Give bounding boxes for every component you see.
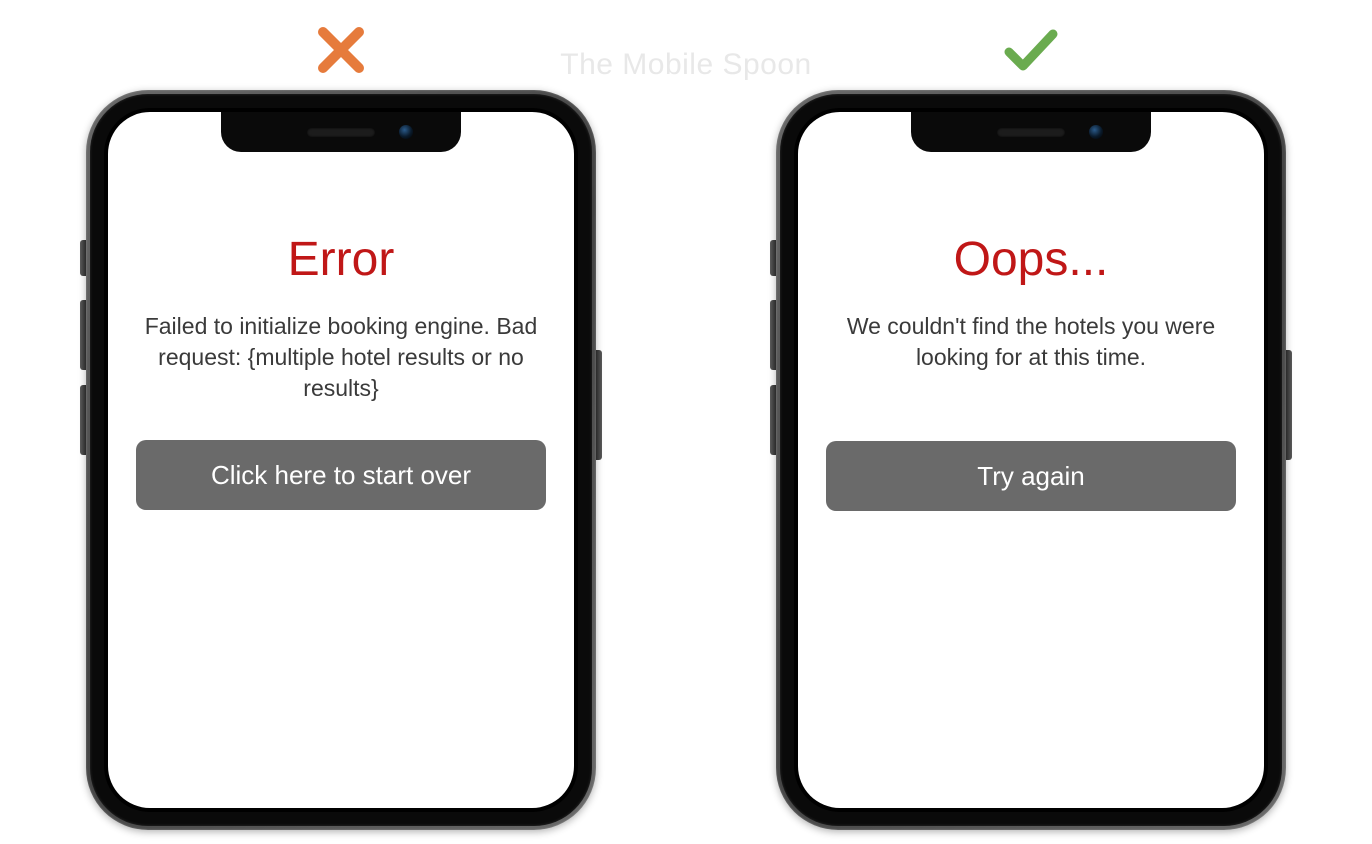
phone-notch	[221, 112, 461, 152]
phone-power-button	[596, 350, 602, 460]
error-title-good: Oops...	[954, 232, 1109, 287]
watermark-text: The Mobile Spoon	[560, 48, 812, 82]
phone-camera	[1089, 125, 1103, 139]
error-title-bad: Error	[288, 232, 395, 287]
phone-mockup-bad: Error Failed to initialize booking engin…	[86, 90, 596, 830]
phone-screen-good: Oops... We couldn't find the hotels you …	[798, 112, 1264, 808]
phone-speaker	[997, 128, 1065, 137]
phone-mute-switch	[80, 240, 86, 276]
phone-speaker	[307, 128, 375, 137]
phone-volume-up	[80, 300, 86, 370]
phone-notch	[911, 112, 1151, 152]
bad-example: Error Failed to initialize booking engin…	[86, 20, 596, 830]
check-icon	[1001, 20, 1061, 80]
examples-container: Error Failed to initialize booking engin…	[0, 0, 1372, 830]
phone-mute-switch	[770, 240, 776, 276]
phone-power-button	[1286, 350, 1292, 460]
phone-volume-up	[770, 300, 776, 370]
cross-icon	[311, 20, 371, 80]
phone-camera	[399, 125, 413, 139]
start-over-button[interactable]: Click here to start over	[136, 440, 546, 510]
good-example: Oops... We couldn't find the hotels you …	[776, 20, 1286, 830]
phone-volume-down	[80, 385, 86, 455]
error-message-good: We couldn't find the hotels you were loo…	[826, 311, 1236, 373]
phone-mockup-good: Oops... We couldn't find the hotels you …	[776, 90, 1286, 830]
phone-volume-down	[770, 385, 776, 455]
try-again-button[interactable]: Try again	[826, 441, 1236, 511]
error-message-bad: Failed to initialize booking engine. Bad…	[136, 311, 546, 404]
phone-screen-bad: Error Failed to initialize booking engin…	[108, 112, 574, 808]
